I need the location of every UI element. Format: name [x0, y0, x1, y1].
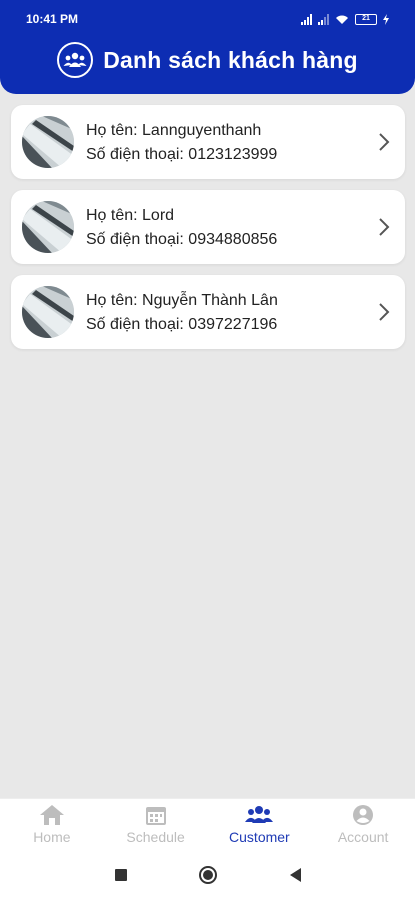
nav-account[interactable]: Account [311, 799, 415, 850]
customer-avatar [22, 286, 74, 338]
nav-customer[interactable]: Customer [208, 799, 312, 850]
status-time: 10:41 PM [26, 12, 79, 26]
chevron-right-icon [379, 303, 390, 321]
customers-group-icon [57, 42, 94, 78]
status-bar: 10:41 PM 21 [0, 0, 415, 38]
customer-card[interactable]: Họ tên: Lannguyenthanh Số điện thoại: 01… [11, 105, 405, 179]
people-icon [245, 804, 274, 826]
calendar-icon [142, 804, 170, 826]
back-icon[interactable] [288, 867, 302, 883]
customer-name: Họ tên: Nguyễn Thành Lân [86, 292, 278, 309]
page-title: Danh sách khách hàng [103, 46, 358, 73]
chevron-right-icon [379, 133, 390, 151]
signal-icon [301, 13, 312, 25]
home-icon [38, 804, 66, 826]
system-nav-bar [0, 850, 415, 900]
recent-apps-icon[interactable] [114, 868, 128, 882]
customer-name: Họ tên: Lannguyenthanh [86, 122, 262, 139]
nav-customer-label: Customer [229, 829, 290, 845]
title-row: Danh sách khách hàng [0, 40, 415, 80]
battery-level: 21 [362, 14, 370, 22]
app-header: 10:41 PM 21 Danh sách khách hàng [0, 0, 415, 94]
customer-phone: Số điện thoại: 0934880856 [86, 231, 278, 248]
status-icons: 21 [301, 13, 389, 25]
nav-account-label: Account [337, 829, 389, 845]
account-icon [349, 804, 377, 826]
bottom-nav: Home Schedule Customer Account [0, 798, 415, 850]
home-button-icon[interactable] [198, 865, 218, 885]
signal-2-icon [318, 13, 329, 25]
nav-schedule[interactable]: Schedule [104, 799, 208, 850]
chevron-right-icon [379, 218, 390, 236]
customer-card[interactable]: Họ tên: Nguyễn Thành Lân Số điện thoại: … [11, 275, 405, 349]
nav-schedule-label: Schedule [126, 829, 185, 845]
customer-avatar [22, 201, 74, 253]
customer-name: Họ tên: Lord [86, 207, 175, 224]
nav-home-label: Home [33, 829, 71, 845]
nav-home[interactable]: Home [0, 799, 104, 850]
battery-icon: 21 [355, 13, 377, 25]
customer-phone: Số điện thoại: 0397227196 [86, 316, 278, 333]
wifi-icon [336, 15, 348, 24]
customer-phone: Số điện thoại: 0123123999 [86, 146, 278, 163]
charging-icon [383, 13, 389, 25]
customer-avatar [22, 116, 74, 168]
customer-card[interactable]: Họ tên: Lord Số điện thoại: 0934880856 [11, 190, 405, 264]
